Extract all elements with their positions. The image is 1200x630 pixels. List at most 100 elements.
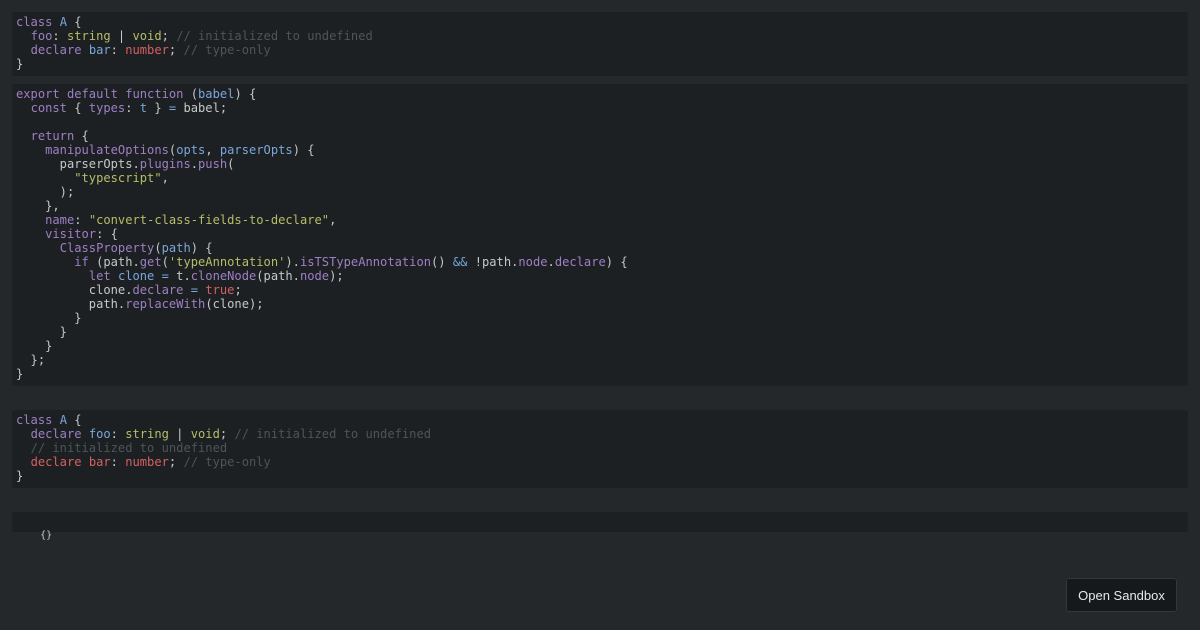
input-code-panel[interactable]: class A { foo: string | void; // initial… — [12, 12, 1188, 76]
code-token: 'typeAnnotation' — [168, 255, 286, 269]
options-json-text[interactable]: {} — [40, 530, 52, 541]
code-token: // initialized to undefined — [30, 441, 228, 455]
code-line: foo: string | void; // initialized to un… — [16, 29, 1184, 43]
code-token: ) { — [234, 87, 257, 101]
code-token: ClassProperty — [59, 241, 155, 255]
code-token: { — [74, 101, 89, 115]
code-token: get — [139, 255, 162, 269]
plugin-code[interactable]: export default function (babel) { const … — [12, 84, 1188, 384]
code-token: babel; — [176, 101, 228, 115]
code-token: const — [30, 101, 75, 115]
code-line: let clone = t.cloneNode(path.node); — [16, 269, 1184, 283]
code-token: ) { — [605, 255, 628, 269]
code-token: clone. — [16, 283, 133, 297]
code-line: const { types: t } = babel; — [16, 101, 1184, 115]
code-token: clone — [117, 269, 162, 283]
code-token: foo — [88, 427, 111, 441]
code-token: number — [125, 43, 169, 57]
code-token: ; — [168, 43, 184, 57]
code-token: , — [161, 171, 169, 185]
code-line: "typescript", — [16, 171, 1184, 185]
code-token: cloneNode — [190, 269, 257, 283]
code-line: class A { — [16, 413, 1184, 427]
code-token: bar — [88, 43, 111, 57]
code-token: push — [198, 157, 228, 171]
code-token: ). — [285, 255, 300, 269]
code-token: } — [147, 101, 169, 115]
code-token: export default function — [16, 87, 191, 101]
code-token: (clone); — [205, 297, 264, 311]
output-code[interactable]: class A { declare foo: string | void; //… — [12, 410, 1188, 486]
code-token: ( — [154, 241, 162, 255]
input-code[interactable]: class A { foo: string | void; // initial… — [12, 12, 1188, 74]
code-token: { — [74, 129, 89, 143]
code-line: declare bar: number; // type-only — [16, 455, 1184, 469]
code-token: () — [431, 255, 453, 269]
code-token: { — [66, 413, 82, 427]
code-token: , — [329, 213, 337, 227]
options-json-panel[interactable]: {} — [12, 512, 1188, 541]
code-token: types — [88, 101, 126, 115]
code-token: !path. — [467, 255, 519, 269]
code-token: declare — [30, 427, 89, 441]
code-token: { — [66, 15, 82, 29]
code-token: manipulateOptions — [45, 143, 169, 157]
code-token: ; — [219, 427, 235, 441]
code-token: visitor — [45, 227, 97, 241]
code-line: }, — [16, 199, 1184, 213]
code-token: | — [168, 427, 191, 441]
code-token: "typescript" — [74, 171, 162, 185]
code-line: if (path.get('typeAnnotation').isTSTypeA… — [16, 255, 1184, 269]
code-token: : — [74, 213, 89, 227]
code-token: ) { — [190, 241, 213, 255]
plugin-code-panel[interactable]: export default function (babel) { const … — [12, 84, 1188, 386]
code-line: declare bar: number; // type-only — [16, 43, 1184, 57]
code-token: ); — [16, 185, 75, 199]
code-line: clone.declare = true; — [16, 283, 1184, 297]
code-token: void — [132, 29, 162, 43]
code-token: declare — [132, 283, 184, 297]
code-token: number — [125, 455, 169, 469]
code-token: . — [547, 255, 555, 269]
code-line: } — [16, 469, 1184, 483]
code-token: string — [125, 427, 169, 441]
code-line: } — [16, 325, 1184, 339]
code-line: export default function (babel) { — [16, 87, 1184, 101]
code-token: ( — [161, 255, 169, 269]
code-line: parserOpts.plugins.push( — [16, 157, 1184, 171]
code-token: : { — [96, 227, 118, 241]
code-token: ; — [234, 283, 242, 297]
code-token: } — [16, 311, 82, 325]
output-code-panel[interactable]: class A { declare foo: string | void; //… — [12, 410, 1188, 488]
code-line: }; — [16, 353, 1184, 367]
code-token: ) { — [292, 143, 315, 157]
code-line: class A { — [16, 15, 1184, 29]
code-token: } — [16, 339, 53, 353]
code-token: return — [30, 129, 75, 143]
code-token: ); — [329, 269, 344, 283]
code-token: // initialized to undefined — [176, 29, 373, 43]
code-token: && — [452, 255, 468, 269]
code-token: : — [110, 455, 126, 469]
code-token: node — [299, 269, 330, 283]
code-token: "convert-class-fields-to-declare" — [88, 213, 330, 227]
code-token: . — [190, 157, 199, 171]
open-sandbox-button[interactable]: Open Sandbox — [1066, 578, 1177, 612]
code-token: true — [205, 283, 235, 297]
code-token: // initialized to undefined — [234, 427, 432, 441]
code-token: let — [88, 269, 118, 283]
code-token: A — [59, 15, 67, 29]
code-line: } — [16, 311, 1184, 325]
code-token: t. — [168, 269, 191, 283]
